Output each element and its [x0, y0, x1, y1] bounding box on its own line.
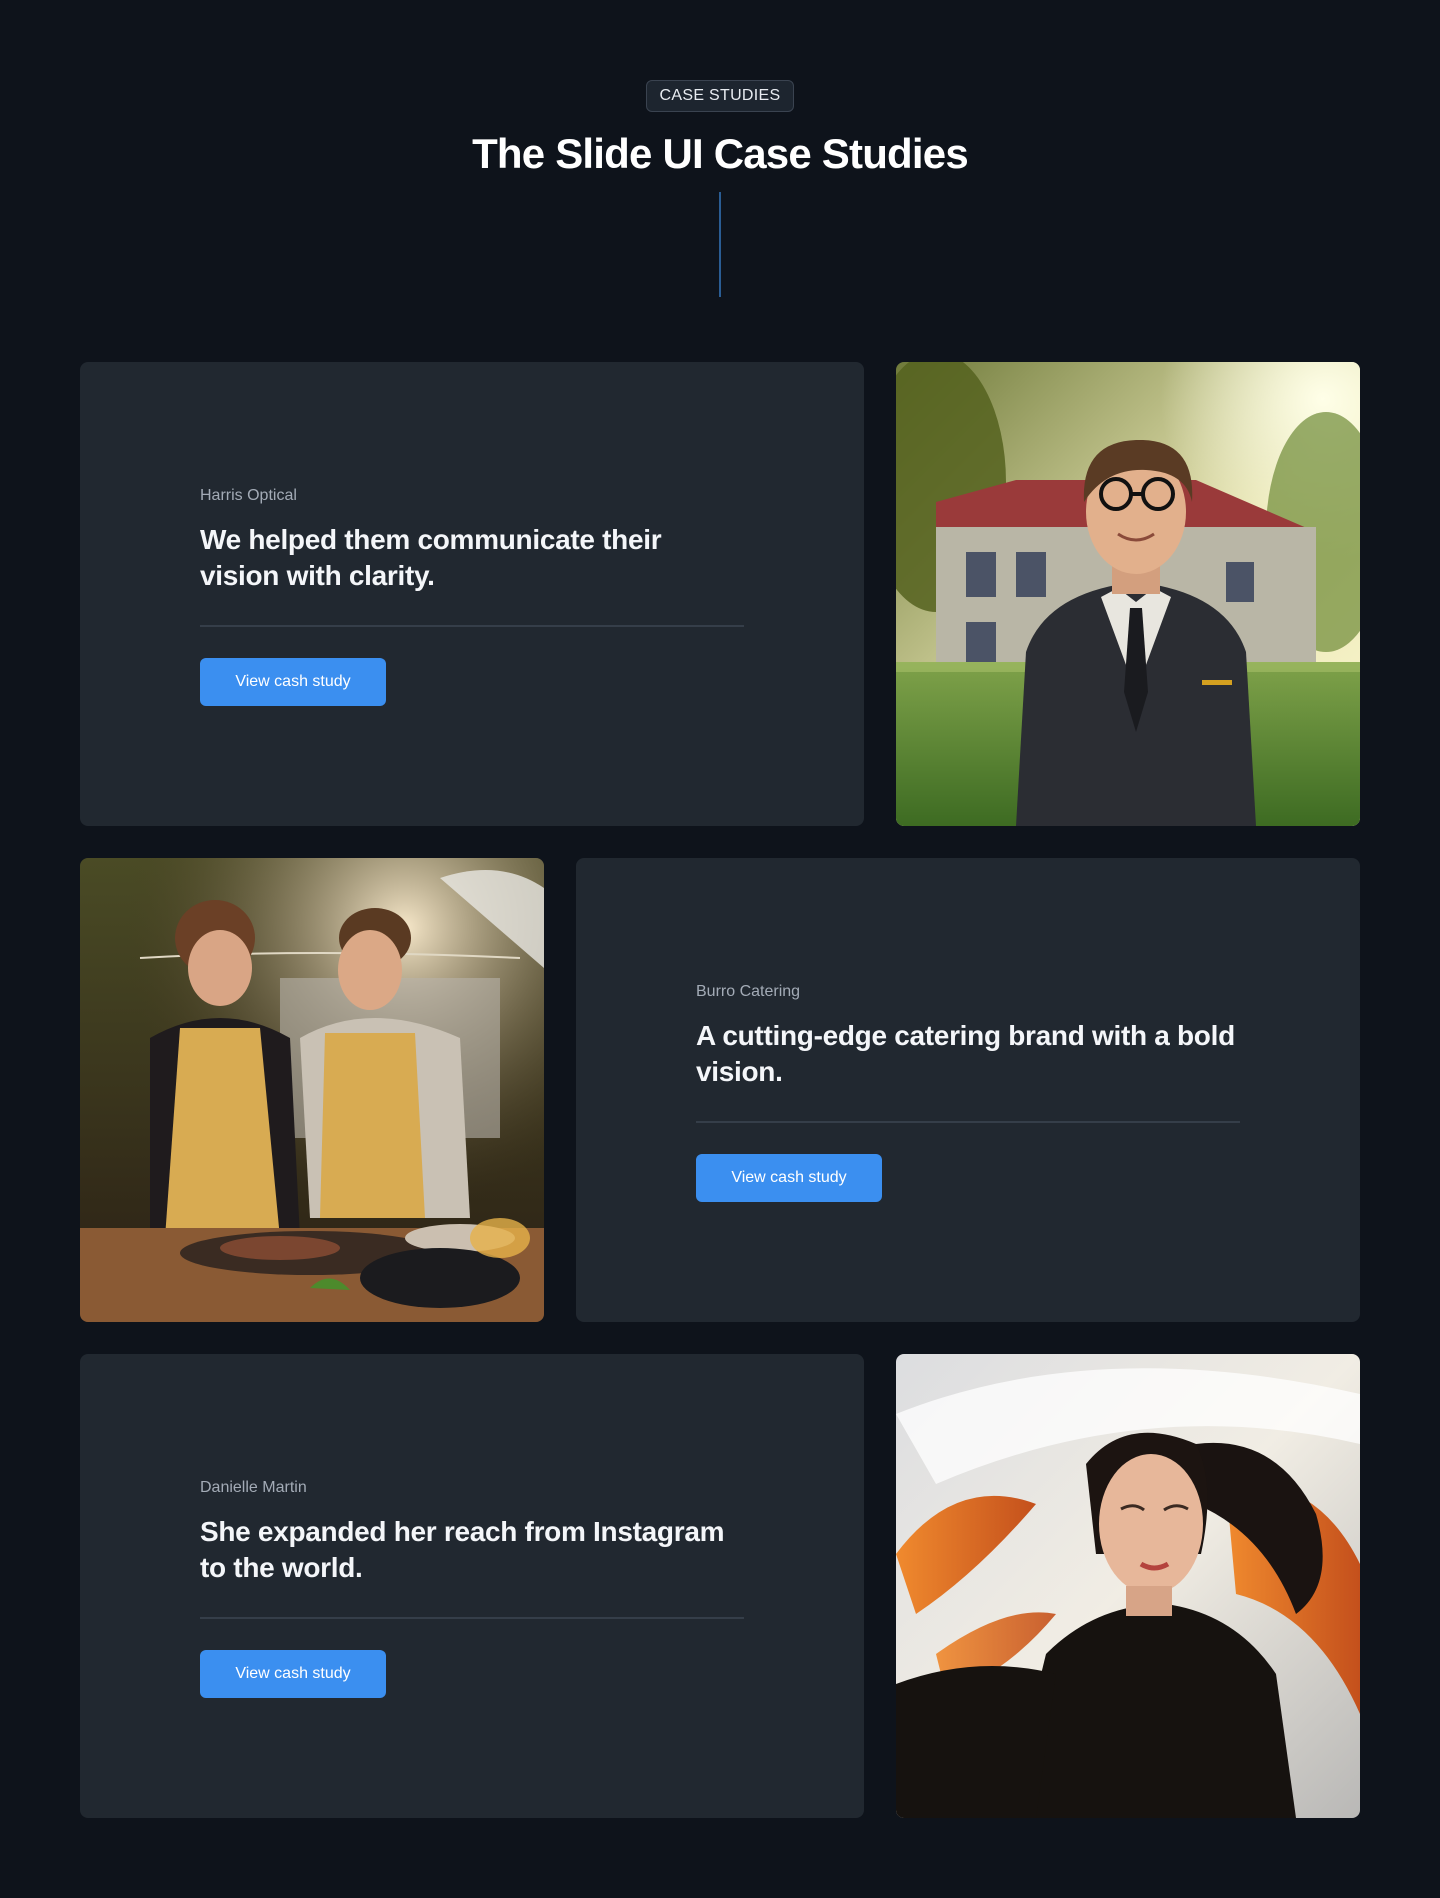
view-case-study-button[interactable]: View cash study [696, 1154, 882, 1202]
case-study-headline: We helped them communicate their vision … [200, 524, 662, 591]
client-name: Burro Catering [696, 983, 801, 1000]
view-case-study-button[interactable]: View cash study [200, 1650, 386, 1698]
case-study-headline: A cutting-edge catering brand with a bol… [696, 1020, 1235, 1087]
card-divider [200, 1617, 744, 1619]
case-study-card-burro-catering: Burro Catering A cutting-edge catering b… [576, 858, 1360, 1322]
page-title: The Slide UI Case Studies [472, 130, 969, 177]
card-divider [696, 1121, 1240, 1123]
case-study-card-danielle-martin: Danielle Martin She expanded her reach f… [80, 1354, 864, 1818]
case-study-image-burro-catering [80, 858, 544, 1322]
section-badge: CASE STUDIES [646, 80, 794, 112]
client-name: Danielle Martin [200, 1479, 307, 1496]
card-divider [200, 625, 744, 627]
view-case-study-button[interactable]: View cash study [200, 658, 386, 706]
woman-portrait-image [896, 1354, 1360, 1818]
portrait-man-image [896, 362, 1360, 826]
case-study-card-harris-optical: Harris Optical We helped them communicat… [80, 362, 864, 826]
vertical-divider [719, 192, 721, 297]
client-name: Harris Optical [200, 487, 297, 504]
case-study-image-harris-optical [896, 362, 1360, 826]
case-study-image-danielle-martin [896, 1354, 1360, 1818]
case-study-headline: She expanded her reach from Instagram to… [200, 1516, 725, 1583]
couple-cooking-image [80, 858, 544, 1322]
